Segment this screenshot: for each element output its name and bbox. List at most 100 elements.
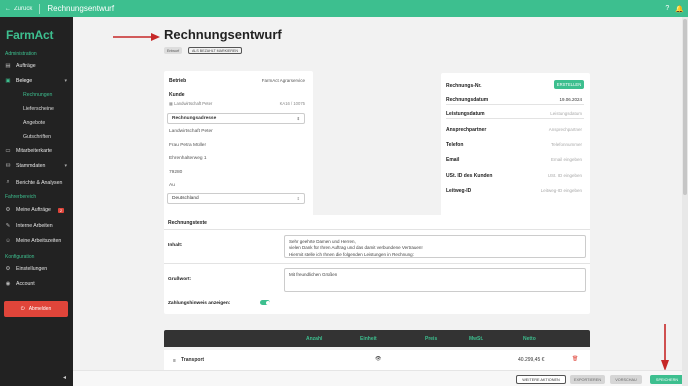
column-price: Preis	[425, 336, 438, 342]
logout-button[interactable]: ⏻ Abmelden	[4, 301, 68, 317]
sidebar-item-settings[interactable]: ⚙ Einstellungen	[5, 266, 67, 272]
customer-card: Betrieb FarmAct Agrarservice Kunde ▦ Lan…	[164, 71, 313, 223]
column-net: Netto	[523, 336, 536, 342]
table-row[interactable]: ≡ Transport 👁 40.299,45 € 🗑	[164, 350, 590, 370]
billing-address-select[interactable]: Rechnungsadresse ⇕	[167, 113, 305, 124]
service-date-input[interactable]: Leistungsdatum	[550, 111, 582, 116]
database-icon: ⛁	[5, 163, 11, 169]
phone-label: Telefon	[446, 142, 464, 148]
invoice-date-label: Rechnungsdatum	[446, 97, 489, 103]
scrollbar-thumb[interactable]	[683, 19, 687, 195]
invoice-number-label: Rechnungs-Nr.	[446, 83, 482, 89]
company-value: FarmAct Agrarservice	[261, 78, 305, 83]
divider	[446, 104, 584, 105]
annotation-arrow-icon	[661, 324, 669, 371]
preview-button[interactable]: VORSCHAU	[610, 375, 642, 384]
tractor-icon: ⚙	[5, 207, 11, 213]
section-admin: Administration	[5, 51, 37, 57]
invoice-texts-card: Rechnungstexte Inhalt: Sehr geehrte Dame…	[164, 215, 590, 314]
address-line-3: Ehrenhalterweg 1	[169, 156, 207, 161]
top-bar: ← Zurück Rechnungsentwurf ? 🔔	[0, 0, 688, 17]
sidebar-item-reports[interactable]: ⌕ Berichte & Analysen	[5, 179, 67, 186]
status-badge: Entwurf	[164, 47, 183, 54]
address-line-2: Frau Petra Müller	[169, 143, 207, 148]
chevron-updown-icon: ⇕	[296, 116, 300, 121]
divider	[164, 263, 590, 264]
service-date-label: Leistungsdatum	[446, 111, 485, 117]
leitweg-id-input[interactable]: Leitweg-ID eingeben	[541, 188, 582, 193]
sidebar-item-my-orders[interactable]: ⚙ Meine Aufträge 2	[5, 207, 67, 213]
table-header: Anzahl Einheit Preis MwSt. Netto	[164, 330, 590, 347]
scrollbar[interactable]	[682, 17, 688, 386]
item-net: 40.299,45 €	[518, 357, 545, 363]
email-input[interactable]: Email eingeben	[551, 157, 582, 162]
customer-number: KA16 / 10075	[279, 101, 305, 106]
sidebar-item-account[interactable]: ◉ Account	[5, 281, 67, 287]
sidebar-item-delivery-notes[interactable]: Lieferscheine	[23, 106, 54, 112]
company-label: Betrieb	[169, 78, 187, 84]
payment-hint-toggle[interactable]	[260, 300, 270, 305]
address-line-4: 79280	[169, 170, 183, 175]
create-number-button[interactable]: ERSTELLEN	[554, 80, 584, 89]
chevron-updown-icon: ⇕	[296, 196, 300, 201]
column-quantity: Anzahl	[306, 336, 323, 342]
invoice-date-value[interactable]: 19.06.2024	[559, 97, 582, 102]
address-line-5: Au	[169, 183, 175, 188]
page-title: Rechnungsentwurf	[164, 27, 282, 42]
chevron-down-icon: ▾	[64, 78, 67, 84]
search-icon: ⌕	[6, 179, 10, 185]
email-label: Email	[446, 157, 460, 163]
closing-text-area[interactable]: Mit freundlichen Grüßen	[284, 268, 586, 292]
wrench-icon: ✎	[5, 223, 11, 229]
mark-paid-button[interactable]: ALS BEZAHLT MARKIEREN	[188, 47, 242, 54]
bell-icon[interactable]: 🔔	[675, 5, 684, 13]
contact-input[interactable]: Ansprechpartner	[549, 127, 582, 132]
sidebar-item-master-data[interactable]: ⛁ Stammdaten ▾	[5, 163, 67, 169]
sidebar-item-my-work-times[interactable]: ☺ Meine Arbeitszeiten	[5, 238, 67, 244]
collapse-sidebar-icon[interactable]: ◂	[63, 374, 66, 381]
building-icon: ▦	[169, 101, 173, 106]
divider	[164, 229, 590, 230]
sidebar-item-orders[interactable]: ▤ Aufträge	[5, 63, 67, 69]
column-unit: Einheit	[360, 336, 377, 342]
sidebar-item-invoices[interactable]: Rechnungen	[23, 92, 52, 98]
gear-icon: ⚙	[5, 266, 11, 272]
invoice-meta-card: Rechnungs-Nr. ERSTELLEN Rechnungsdatum 1…	[441, 73, 590, 221]
country-select[interactable]: Deutschland ⇕	[167, 193, 305, 204]
main-content: Rechnungsentwurf Entwurf ALS BEZAHLT MAR…	[73, 17, 682, 386]
drag-handle-icon[interactable]: ≡	[173, 358, 176, 364]
sidebar-item-employee-cards[interactable]: ▭ Mitarbeiterkarte	[5, 148, 67, 154]
sidebar-item-receipts[interactable]: ▣ Belege ▾	[5, 78, 67, 84]
closing-label: Grußwort:	[168, 277, 192, 282]
brand-logo: FarmAct	[6, 28, 54, 42]
divider	[446, 118, 584, 119]
section-config: Konfiguration	[5, 254, 35, 260]
sidebar-item-internal-work[interactable]: ✎ Interne Arbeiten	[5, 223, 67, 229]
leitweg-id-label: Leitweg-ID	[446, 188, 472, 194]
save-button[interactable]: SPEICHERN	[650, 375, 684, 384]
users-icon: ☺	[5, 238, 11, 244]
column-vat: MwSt.	[469, 336, 484, 342]
eye-icon[interactable]: 👁	[375, 356, 381, 362]
divider	[39, 3, 41, 14]
action-bar: WEITERE AKTIONEN EXPORTIEREN VORSCHAU SP…	[73, 370, 684, 386]
help-icon[interactable]: ?	[665, 5, 669, 13]
export-button[interactable]: EXPORTIEREN	[570, 375, 605, 384]
intro-text-area[interactable]: Sehr geehrte Damen und Herren, vielen Da…	[284, 235, 586, 258]
address-line-1: Landwirtschaft Peter	[169, 129, 213, 134]
clipboard-icon: ▤	[5, 63, 11, 69]
more-actions-button[interactable]: WEITERE AKTIONEN	[516, 375, 566, 384]
vat-id-input[interactable]: USt. ID eingeben	[548, 173, 582, 178]
phone-input[interactable]: Telefonnummer	[551, 142, 582, 147]
invoice-texts-title: Rechnungstexte	[168, 220, 207, 226]
trash-icon[interactable]: 🗑	[572, 356, 578, 362]
content-label: Inhalt:	[168, 243, 183, 248]
sidebar-item-offers[interactable]: Angebote	[23, 120, 45, 126]
payment-hint-label: Zahlungshinweis anzeigen:	[168, 301, 231, 306]
arrow-left-icon: ←	[5, 5, 11, 12]
customer-name[interactable]: ▦ Landwirtschaft Peter	[169, 101, 212, 106]
user-icon: ◉	[5, 281, 11, 287]
sidebar-item-credit-notes[interactable]: Gutschriften	[23, 134, 51, 140]
customer-label: Kunde	[169, 92, 185, 98]
back-button[interactable]: ← Zurück	[5, 6, 32, 12]
